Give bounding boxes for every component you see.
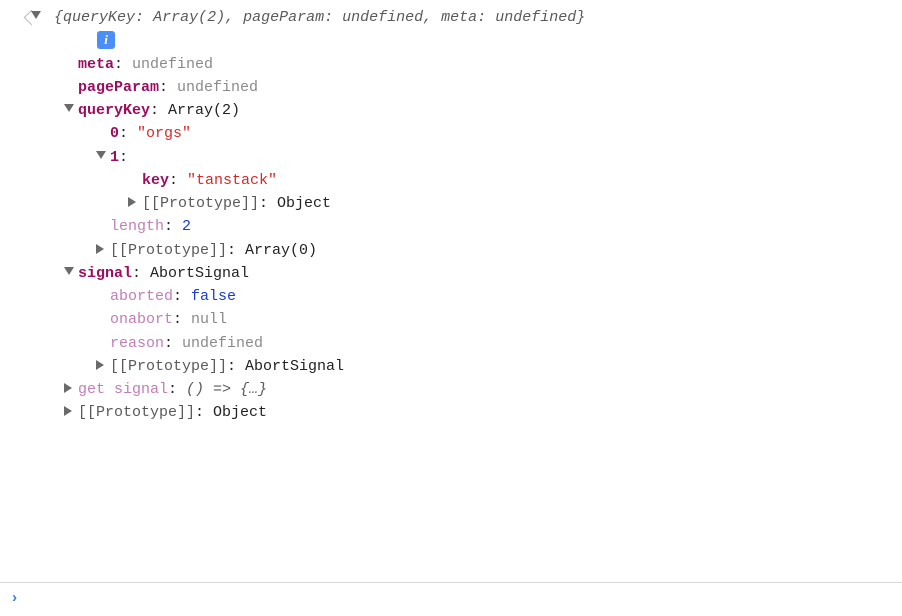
prop-querykey-0[interactable]: 0: "orgs" — [28, 122, 902, 145]
prop-root-proto[interactable]: [[Prototype]]: Object — [28, 401, 902, 424]
summary-row[interactable]: {queryKey: Array(2), pageParam: undefine… — [45, 6, 585, 29]
prompt-caret-icon: › — [10, 590, 19, 607]
prop-meta[interactable]: meta: undefined — [28, 53, 902, 76]
prop-signal-aborted[interactable]: aborted: false — [28, 285, 902, 308]
expand-toggle-icon[interactable] — [96, 151, 106, 159]
expand-toggle-icon[interactable] — [64, 406, 72, 416]
prop-querykey-1-proto[interactable]: [[Prototype]]: Object — [28, 192, 902, 215]
expand-toggle-icon[interactable] — [96, 360, 104, 370]
expand-toggle-icon[interactable] — [64, 383, 72, 393]
object-summary: {queryKey: Array(2), pageParam: undefine… — [54, 9, 585, 26]
expand-toggle-icon[interactable] — [128, 197, 136, 207]
expand-toggle-icon[interactable] — [96, 244, 104, 254]
prop-querykey[interactable]: queryKey: Array(2) — [28, 99, 902, 122]
prop-pageparam[interactable]: pageParam: undefined — [28, 76, 902, 99]
prop-signal-proto[interactable]: [[Prototype]]: AbortSignal — [28, 355, 902, 378]
prop-get-signal[interactable]: get signal: () => {…} — [28, 378, 902, 401]
prop-querykey-1[interactable]: 1: — [28, 146, 902, 169]
info-icon[interactable]: i — [97, 31, 115, 49]
prop-querykey-proto[interactable]: [[Prototype]]: Array(0) — [28, 239, 902, 262]
prop-querykey-1-key[interactable]: key: "tanstack" — [28, 169, 902, 192]
prop-signal-onabort[interactable]: onabort: null — [28, 308, 902, 331]
console-output: {queryKey: Array(2), pageParam: undefine… — [0, 0, 902, 425]
expand-toggle-icon[interactable] — [64, 104, 74, 112]
console-prompt[interactable]: › — [0, 582, 902, 616]
expand-toggle-icon[interactable] — [64, 267, 74, 275]
prop-querykey-length[interactable]: length: 2 — [28, 215, 902, 238]
prop-signal-reason[interactable]: reason: undefined — [28, 332, 902, 355]
expand-toggle-icon[interactable] — [31, 11, 41, 19]
prop-signal[interactable]: signal: AbortSignal — [28, 262, 902, 285]
